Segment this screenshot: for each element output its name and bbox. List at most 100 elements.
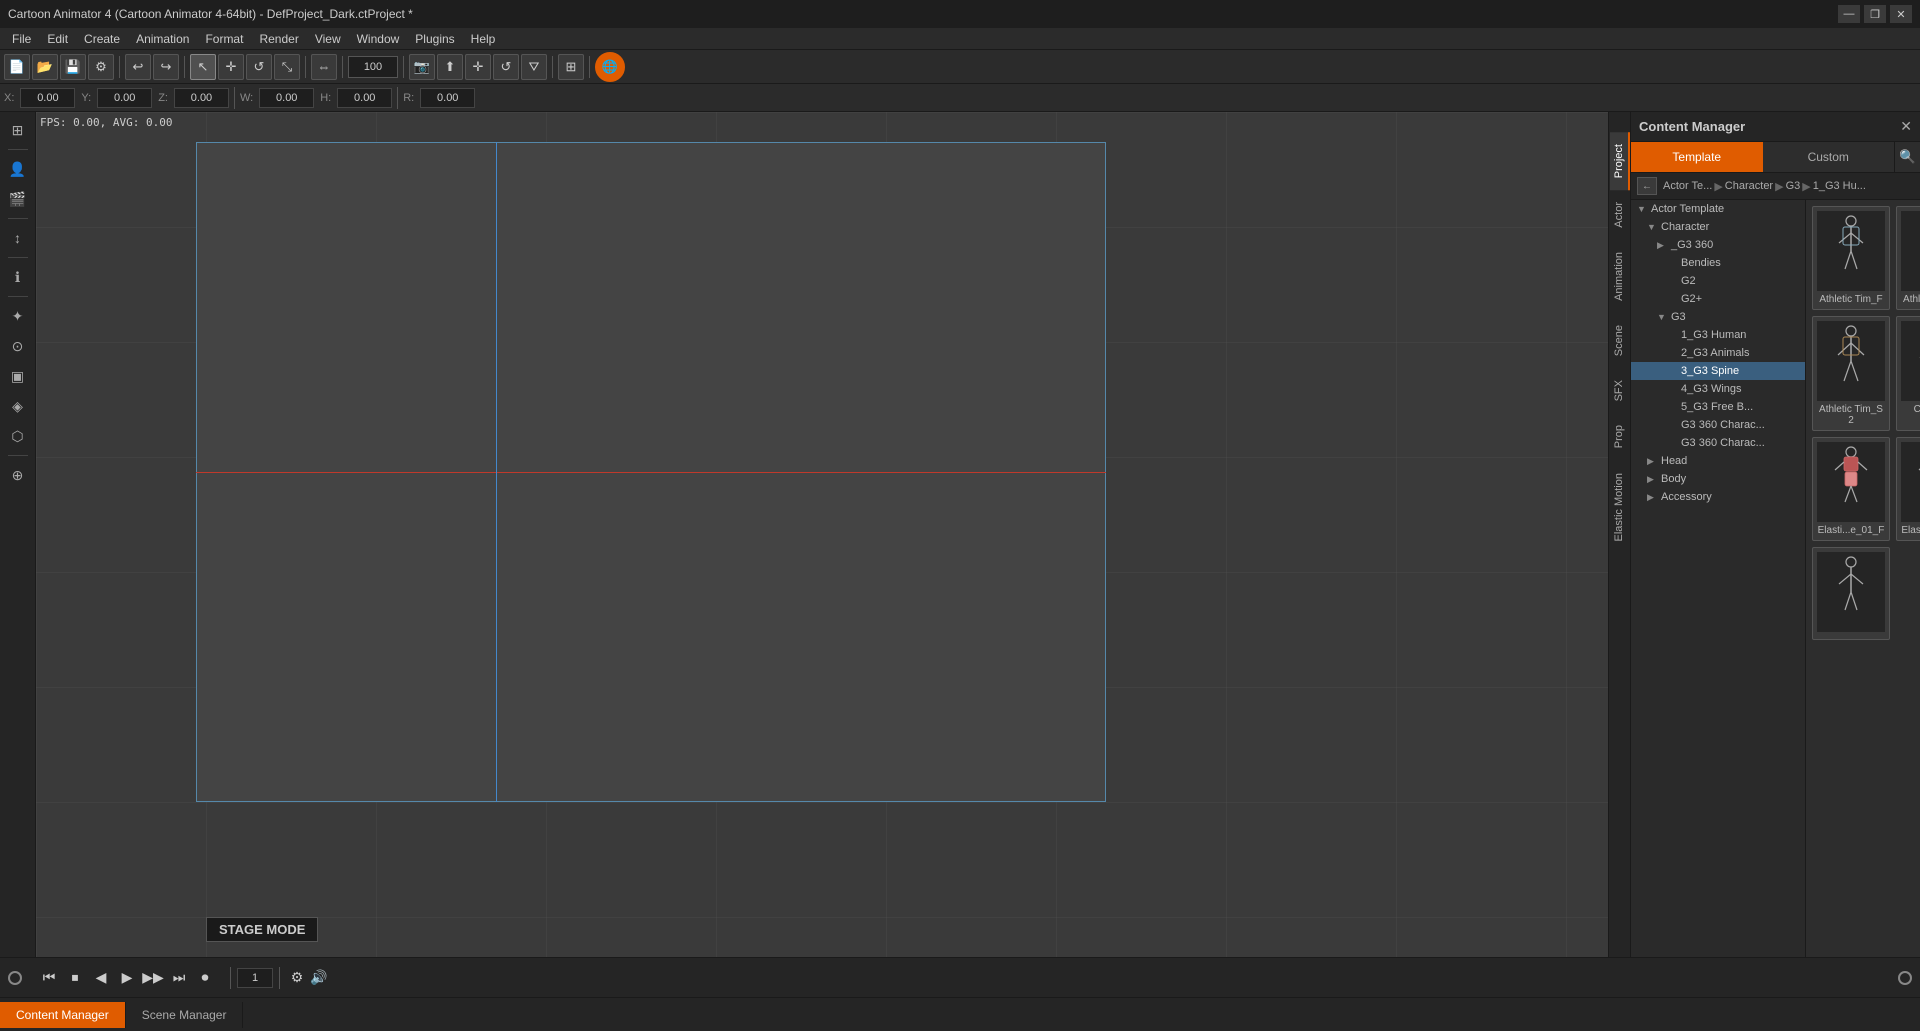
play-last-button[interactable]: ⏭ (168, 967, 190, 989)
undo-button[interactable]: ↩ (125, 54, 151, 80)
canvas-area[interactable]: FPS: 0.00, AVG: 0.00 STAGE MODE (36, 112, 1608, 957)
coord-z[interactable] (174, 88, 229, 108)
zoom-input[interactable] (348, 56, 398, 78)
menu-format[interactable]: Format (197, 30, 251, 48)
breadcrumb-g3[interactable]: G3 (1786, 180, 1801, 192)
left-tool-info[interactable]: ℹ (4, 263, 32, 291)
settings-button[interactable]: ⚙ (88, 54, 114, 80)
coord-x[interactable] (20, 88, 75, 108)
menu-animation[interactable]: Animation (128, 30, 197, 48)
tree-actor-template[interactable]: ▼ Actor Template (1631, 200, 1805, 218)
left-tool-skin[interactable]: ▣ (4, 362, 32, 390)
bottom-tab-content-manager[interactable]: Content Manager (0, 1002, 126, 1028)
new-button[interactable]: 📄 (4, 54, 30, 80)
menu-create[interactable]: Create (76, 30, 128, 48)
menu-help[interactable]: Help (463, 30, 504, 48)
tree-g3-animals[interactable]: 2_G3 Animals (1631, 344, 1805, 362)
redo-button[interactable]: ↪ (153, 54, 179, 80)
align-button[interactable]: ⬆ (437, 54, 463, 80)
left-tool-extra1[interactable]: ⊕ (4, 461, 32, 489)
vtab-sfx[interactable]: SFX (1610, 368, 1630, 413)
tree-bendies[interactable]: Bendies (1631, 254, 1805, 272)
minimize-button[interactable]: — (1838, 5, 1860, 23)
tree-g3-spine[interactable]: 3_G3 Spine (1631, 362, 1805, 380)
breadcrumb-g3hu[interactable]: 1_G3 Hu... (1813, 180, 1866, 192)
preview-button[interactable]: 🌐 (595, 52, 625, 82)
asset-athletic-tim-s[interactable]: Athletic Tim_S (1896, 206, 1920, 310)
move-button[interactable]: ✛ (218, 54, 244, 80)
asset-elastic-01-s[interactable]: Elasti...e_01_S (1896, 437, 1920, 541)
tree-body[interactable]: ▶ Body (1631, 470, 1805, 488)
play-next-button[interactable]: ▶▶ (142, 967, 164, 989)
left-tool-grid[interactable]: ⊞ (4, 116, 32, 144)
settings-playback-button[interactable]: ⚙ (286, 967, 308, 989)
play-stop-button[interactable]: ⏹ (64, 967, 86, 989)
asset-athletic-tim-f[interactable]: Athletic Tim_F (1812, 206, 1890, 310)
select-button[interactable]: ↖ (190, 54, 216, 80)
breadcrumb-actor-template[interactable]: Actor Te... (1663, 180, 1712, 192)
menu-plugins[interactable]: Plugins (407, 30, 462, 48)
tree-head[interactable]: ▶ Head (1631, 452, 1805, 470)
rotate-button[interactable]: ↺ (246, 54, 272, 80)
cm-search-button[interactable]: 🔍 (1894, 142, 1920, 172)
menu-window[interactable]: Window (349, 30, 408, 48)
left-tool-actor[interactable]: 👤 (4, 155, 32, 183)
frame-number-input[interactable] (237, 968, 273, 988)
tree-g2[interactable]: G2 (1631, 272, 1805, 290)
asset-caveman[interactable]: Caveman (1896, 316, 1920, 431)
shape-button[interactable]: ⛛ (521, 54, 547, 80)
close-button[interactable]: ✕ (1890, 5, 1912, 23)
breadcrumb-character[interactable]: Character (1725, 180, 1773, 192)
left-tool-mesh[interactable]: ⬡ (4, 422, 32, 450)
play-prev-button[interactable]: ◀ (90, 967, 112, 989)
coord-r[interactable] (420, 88, 475, 108)
coord-h[interactable] (337, 88, 392, 108)
tree-g3-human[interactable]: 1_G3 Human (1631, 326, 1805, 344)
tree-g3-360[interactable]: ▶ _G3 360 (1631, 236, 1805, 254)
vtab-actor[interactable]: Actor (1610, 190, 1630, 240)
vtab-animation[interactable]: Animation (1610, 240, 1630, 313)
coord-y[interactable] (97, 88, 152, 108)
play-first-button[interactable]: ⏮ (38, 967, 60, 989)
cm-tab-custom[interactable]: Custom (1763, 142, 1895, 172)
panels-button[interactable]: ⊞ (558, 54, 584, 80)
camera-button[interactable]: 📷 (409, 54, 435, 80)
play-play-button[interactable]: ▶ (116, 967, 138, 989)
tree-g2plus[interactable]: G2+ (1631, 290, 1805, 308)
tree-character[interactable]: ▼ Character (1631, 218, 1805, 236)
vtab-project[interactable]: Project (1610, 132, 1630, 190)
menu-view[interactable]: View (307, 30, 349, 48)
tree-g3[interactable]: ▼ G3 (1631, 308, 1805, 326)
asset-elastic-01-f[interactable]: Elasti...e_01_F (1812, 437, 1890, 541)
left-tool-motion[interactable]: ↕ (4, 224, 32, 252)
vtab-prop[interactable]: Prop (1610, 413, 1630, 460)
cm-tab-template[interactable]: Template (1631, 142, 1763, 172)
asset-more-1[interactable] (1812, 547, 1890, 640)
scale-button[interactable]: ⤡ (274, 54, 300, 80)
audio-button[interactable]: 🔊 (308, 967, 330, 989)
left-tool-ik[interactable]: ⊙ (4, 332, 32, 360)
maximize-button[interactable]: ❐ (1864, 5, 1886, 23)
asset-athletic-tim-s2[interactable]: Athletic Tim_S2 (1812, 316, 1890, 431)
tree-g3-wings[interactable]: 4_G3 Wings (1631, 380, 1805, 398)
cm-close-button[interactable]: ✕ (1900, 118, 1912, 135)
vtab-elastic[interactable]: Elastic Motion (1610, 461, 1630, 553)
save-button[interactable]: 💾 (60, 54, 86, 80)
left-tool-scene[interactable]: 🎬 (4, 185, 32, 213)
menu-edit[interactable]: Edit (39, 30, 76, 48)
tree-accessory[interactable]: ▶ Accessory (1631, 488, 1805, 506)
vtab-scene[interactable]: Scene (1610, 313, 1630, 368)
left-tool-bone[interactable]: ✦ (4, 302, 32, 330)
open-button[interactable]: 📂 (32, 54, 58, 80)
transform-button[interactable]: ✛ (465, 54, 491, 80)
menu-file[interactable]: File (4, 30, 39, 48)
left-tool-deform[interactable]: ◈ (4, 392, 32, 420)
menu-render[interactable]: Render (251, 30, 306, 48)
bottom-tab-scene-manager[interactable]: Scene Manager (126, 1002, 244, 1028)
coord-w[interactable] (259, 88, 314, 108)
play-record-button[interactable]: ⏺ (194, 967, 216, 989)
tree-g3-360-char2[interactable]: G3 360 Charac... (1631, 434, 1805, 452)
tree-g3-360-char1[interactable]: G3 360 Charac... (1631, 416, 1805, 434)
refresh-button[interactable]: ↺ (493, 54, 519, 80)
tree-g3-free[interactable]: 5_G3 Free B... (1631, 398, 1805, 416)
